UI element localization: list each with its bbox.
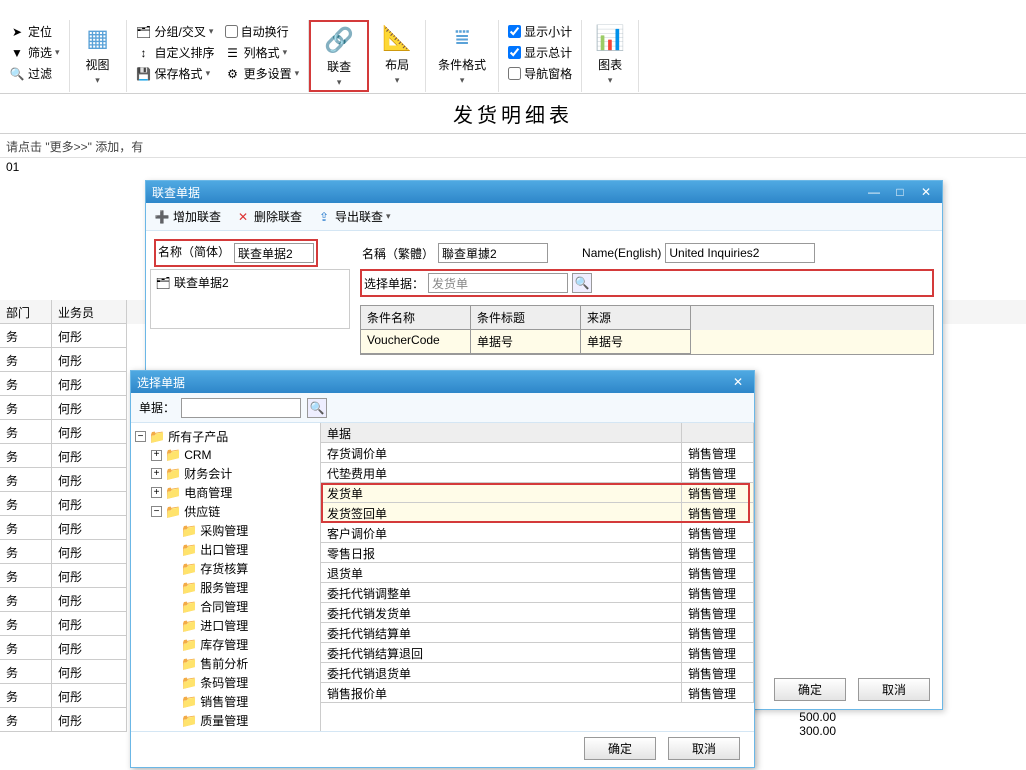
tree-node[interactable]: 📁采购管理 [135,521,316,540]
name-e-input[interactable] [665,243,815,263]
tree-node[interactable]: +📁管理会计 [135,730,316,731]
tree-node[interactable]: 📁出口管理 [135,540,316,559]
tree-node[interactable]: 📁库存管理 [135,635,316,654]
more-set-btn[interactable]: ⚙更多设置▾ [222,64,303,83]
list-item[interactable]: 存货调价单销售管理 [321,443,754,463]
dialog-title-bar[interactable]: 联查单据 — □ ✕ [146,181,942,203]
dialog-title: 联查单据 [152,184,200,201]
tree-node[interactable]: 📁进口管理 [135,616,316,635]
tree-node[interactable]: 📁质量管理 [135,711,316,730]
amount-values: 500.00 300.00 [799,710,836,738]
list-col: 单据 [321,423,682,443]
ok-button[interactable]: 确定 [584,737,656,760]
ok-button[interactable]: 确定 [774,678,846,701]
cond-col: 来源 [581,306,691,330]
search-input[interactable] [181,398,301,418]
tree-node[interactable]: 📁服务管理 [135,578,316,597]
list-item[interactable]: 退货单销售管理 [321,563,754,583]
maximize-icon[interactable]: □ [890,185,910,199]
cond-cell[interactable]: VoucherCode [361,330,471,354]
lookup-icon[interactable]: 🔍 [572,273,592,293]
group-cross-btn[interactable]: 🗂分组/交叉▾ [133,22,218,41]
advfilter-btn[interactable]: 🔍过滤 [6,64,63,83]
chart-btn[interactable]: 📊图表▾ [588,20,632,88]
search-icon[interactable]: 🔍 [307,398,327,418]
locate-btn[interactable]: ➤定位 [6,22,63,41]
nav-pane-chk[interactable]: 导航窗格 [505,64,575,83]
tree-node[interactable]: +📁CRM [135,446,316,464]
name-s-label: 名称（简体） [158,243,230,263]
dialog-title: 选择单据 [137,374,185,391]
list-item[interactable]: 发货签回单销售管理 [321,503,754,523]
lianc-btn[interactable]: 🔗联查▾ [317,22,361,90]
filter-btn[interactable]: ▼筛选▾ [6,43,63,62]
col-header: 业务员 [52,300,127,324]
show-subtotal-chk[interactable]: 显示小计 [505,22,575,41]
list-item[interactable]: 委托代销发货单销售管理 [321,603,754,623]
name-t-label: 名稱（繁體） [362,245,434,262]
list-item[interactable]: 委托代销调整单销售管理 [321,583,754,603]
tree-node[interactable]: +📁财务会计 [135,464,316,483]
add-link-btn[interactable]: ➕增加联查 [154,208,221,225]
doc-list[interactable]: 单据 存货调价单销售管理代垫费用单销售管理发货单销售管理发货签回单销售管理客户调… [321,423,754,731]
code-text: 01 [0,158,1026,180]
custom-sort-btn[interactable]: ↕自定义排序 [133,43,218,62]
export-link-btn[interactable]: ⇪导出联查▾ [316,208,391,225]
list-col [682,423,754,443]
cond-cell[interactable]: 单据号 [581,330,691,354]
cond-col: 条件名称 [361,306,471,330]
product-tree[interactable]: −📁所有子产品+📁CRM+📁财务会计+📁电商管理−📁供应链📁采购管理📁出口管理📁… [131,423,321,731]
del-link-btn[interactable]: ✕删除联查 [235,208,302,225]
list-item[interactable]: 销售报价单销售管理 [321,683,754,703]
page-title: 发货明细表 [0,94,1026,134]
ribbon: ➤定位 ▼筛选▾ 🔍过滤 ▦视图▾ 🗂分组/交叉▾ ↕自定义排序 💾保存格式▾ … [0,0,1026,94]
tree-node[interactable]: −📁供应链 [135,502,316,521]
list-item[interactable]: 委托代销退货单销售管理 [321,663,754,683]
close-icon[interactable]: ✕ [728,375,748,389]
tree-node[interactable]: 📁条码管理 [135,673,316,692]
tree-node[interactable]: +📁电商管理 [135,483,316,502]
search-label: 单据： [139,399,175,416]
cancel-button[interactable]: 取消 [668,737,740,760]
view-btn[interactable]: ▦视图▾ [76,20,120,88]
link-tree[interactable]: 🗂联查单据2 [150,269,350,329]
name-s-input[interactable] [234,243,314,263]
prompt-text: 请点击 "更多>>" 添加，有 [0,134,1026,158]
col-format-btn[interactable]: ☰列格式▾ [222,43,303,62]
cond-format-btn[interactable]: ⩸条件格式▾ [432,20,492,88]
list-item[interactable]: 委托代销结算单销售管理 [321,623,754,643]
layout-btn[interactable]: 📐布局▾ [375,20,419,88]
list-item[interactable]: 委托代销结算退回销售管理 [321,643,754,663]
show-total-chk[interactable]: 显示总计 [505,43,575,62]
tree-node[interactable]: 📁合同管理 [135,597,316,616]
list-item[interactable]: 客户调价单销售管理 [321,523,754,543]
col-header: 部门 [0,300,52,324]
tree-node[interactable]: 📁销售管理 [135,692,316,711]
name-e-label: Name(English) [582,246,661,260]
select-doc-input[interactable] [428,273,568,293]
save-style-btn[interactable]: 💾保存格式▾ [133,64,218,83]
close-icon[interactable]: ✕ [916,185,936,199]
list-item[interactable]: 零售日报销售管理 [321,543,754,563]
cancel-button[interactable]: 取消 [858,678,930,701]
list-item[interactable]: 代垫费用单销售管理 [321,463,754,483]
name-t-input[interactable] [438,243,548,263]
dialog-title-bar[interactable]: 选择单据 ✕ [131,371,754,393]
select-doc-label: 选择单据： [364,275,424,292]
tree-node[interactable]: −📁所有子产品 [135,427,316,446]
tree-node[interactable]: 📁售前分析 [135,654,316,673]
tree-node[interactable]: 📁存货核算 [135,559,316,578]
list-item[interactable]: 发货单销售管理 [321,483,754,503]
cond-cell[interactable]: 单据号 [471,330,581,354]
select-doc-dialog: 选择单据 ✕ 单据： 🔍 −📁所有子产品+📁CRM+📁财务会计+📁电商管理−📁供… [130,370,755,768]
minimize-icon[interactable]: — [864,185,884,199]
cond-col: 条件标题 [471,306,581,330]
auto-wrap-chk[interactable]: 自动换行 [222,22,303,41]
